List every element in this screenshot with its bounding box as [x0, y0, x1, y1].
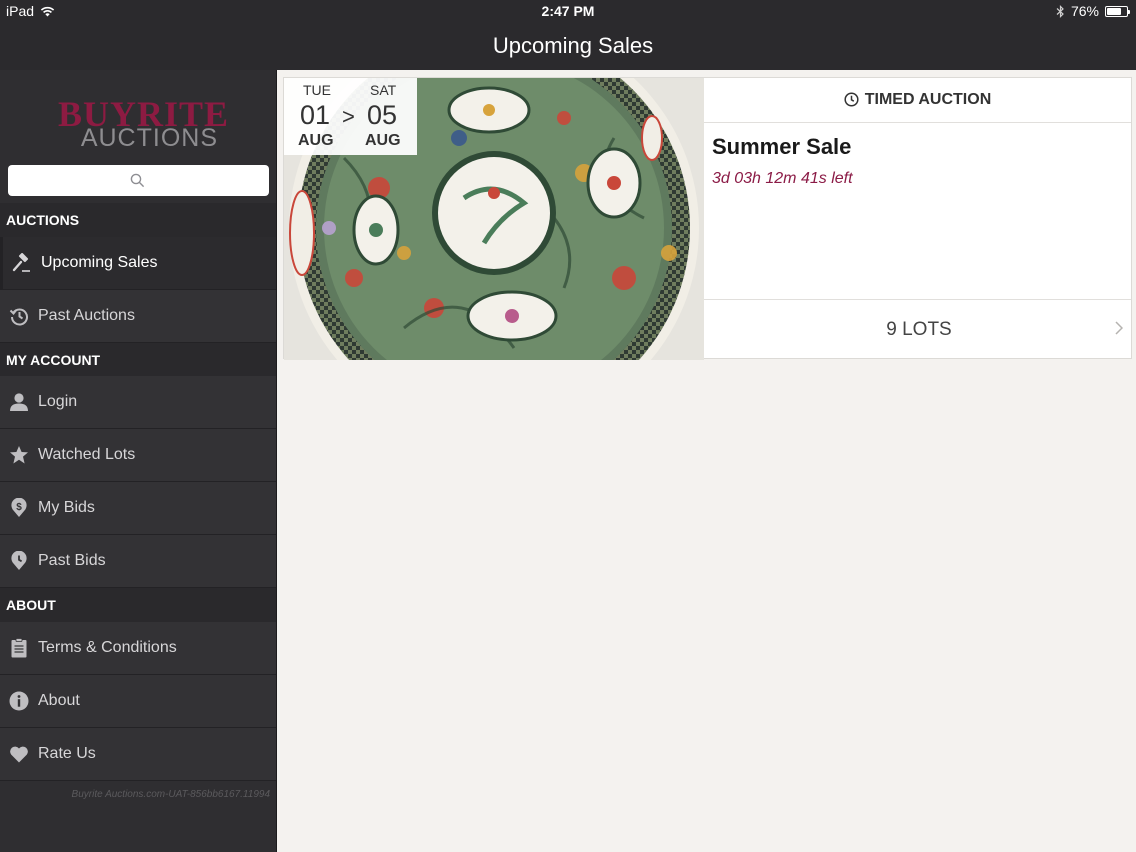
search-icon	[130, 173, 145, 188]
end-month: AUG	[365, 132, 401, 149]
star-icon	[10, 446, 28, 464]
lots-row[interactable]: 9 LOTS	[704, 299, 1131, 360]
sidebar-item-label: Past Auctions	[38, 307, 135, 324]
sale-card[interactable]: TUE 01 AUG > SAT 05 AUG TIMED AUCTION Su…	[283, 77, 1132, 360]
sale-info[interactable]: TIMED AUCTION Summer Sale 3d 03h 12m 41s…	[704, 78, 1131, 360]
sidebar-item-label: Watched Lots	[38, 446, 136, 463]
info-icon	[9, 691, 29, 711]
sidebar-item-login[interactable]: Login	[0, 376, 276, 429]
section-header-my-account: MY ACCOUNT	[0, 343, 276, 377]
battery-percent: 76%	[1070, 3, 1099, 19]
sidebar-item-past-auctions[interactable]: Past Auctions	[0, 290, 276, 343]
sidebar-menu: BUYRITE AUCTIONS AUCTIONS Upcoming Sales…	[0, 70, 277, 852]
chevron-right-icon	[1115, 321, 1123, 335]
start-month: AUG	[298, 132, 334, 149]
sidebar-item-watched-lots[interactable]: Watched Lots	[0, 429, 276, 482]
clock-pin-icon	[11, 551, 27, 570]
sidebar-item-label: Login	[38, 393, 78, 410]
battery-icon	[1105, 5, 1130, 17]
date-range-arrow: >	[342, 104, 355, 129]
countdown-timer: 3d 03h 12m 41s left	[712, 170, 853, 187]
dollar-pin-icon: $	[11, 498, 27, 517]
end-date: 05	[367, 100, 398, 130]
start-weekday: TUE	[303, 82, 331, 98]
clipboard-icon	[11, 638, 27, 658]
section-header-auctions: AUCTIONS	[0, 203, 276, 237]
auction-type: TIMED AUCTION	[704, 78, 1131, 123]
sidebar-item-my-bids[interactable]: $ My Bids	[0, 482, 276, 535]
sale-image[interactable]: TUE 01 AUG > SAT 05 AUG	[284, 78, 704, 360]
logo-line2: AUCTIONS	[80, 124, 218, 152]
sidebar-item-label: Terms & Conditions	[38, 639, 177, 656]
user-icon	[10, 393, 28, 411]
sidebar-item-rate-us[interactable]: Rate Us	[0, 728, 276, 781]
clock-icon	[844, 92, 859, 107]
version-string: Buyrite Auctions.com-UAT-856bb6167.11994	[71, 789, 270, 800]
svg-text:$: $	[16, 502, 22, 513]
sidebar-item-label: Past Bids	[38, 552, 106, 569]
status-bar: iPad 2:47 PM 76%	[0, 0, 1136, 22]
sidebar-item-label: About	[38, 692, 80, 709]
page-title: Upcoming Sales	[492, 33, 654, 58]
date-range-badge: TUE 01 AUG > SAT 05 AUG	[284, 78, 417, 155]
sidebar-item-about[interactable]: About	[0, 675, 276, 728]
clock: 2:47 PM	[541, 3, 595, 19]
sidebar-item-label: My Bids	[38, 499, 95, 516]
sidebar-item-terms[interactable]: Terms & Conditions	[0, 622, 276, 675]
sidebar-item-label: Rate Us	[38, 745, 96, 762]
sidebar-item-upcoming-sales[interactable]: Upcoming Sales	[0, 237, 276, 290]
start-date: 01	[300, 100, 331, 130]
auction-type-label: TIMED AUCTION	[864, 91, 992, 108]
end-weekday: SAT	[370, 82, 397, 98]
sidebar-item-label: Upcoming Sales	[41, 254, 158, 271]
navigation-bar: Upcoming Sales	[0, 22, 1136, 70]
gavel-icon	[12, 253, 30, 272]
sidebar-item-past-bids[interactable]: Past Bids	[0, 535, 276, 588]
heart-icon	[10, 746, 28, 763]
search-input[interactable]	[8, 165, 269, 196]
history-icon	[9, 308, 28, 326]
sale-title: Summer Sale	[712, 134, 852, 159]
section-header-about: ABOUT	[0, 588, 276, 622]
bluetooth-icon	[1056, 4, 1064, 18]
lots-count: 9 LOTS	[886, 319, 952, 340]
logo: BUYRITE AUCTIONS	[58, 96, 228, 154]
